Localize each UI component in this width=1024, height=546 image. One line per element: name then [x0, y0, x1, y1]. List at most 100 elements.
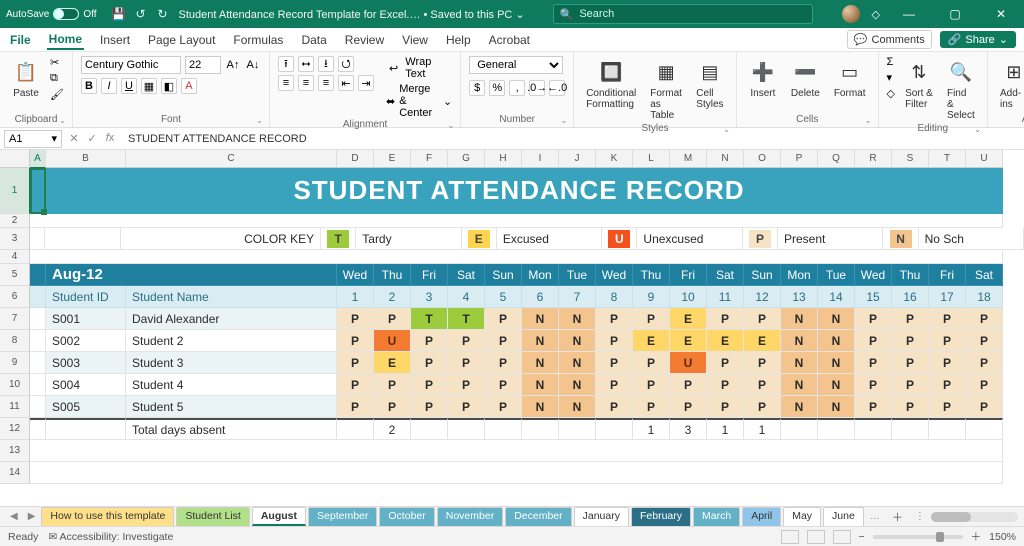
day-num-11[interactable]: 11 [707, 286, 744, 308]
currency-icon[interactable]: $ [469, 80, 485, 96]
redo-icon[interactable]: ↻ [155, 6, 171, 22]
page-break-view-icon[interactable] [833, 530, 851, 544]
day-num-14[interactable]: 14 [818, 286, 855, 308]
page-layout-view-icon[interactable] [807, 530, 825, 544]
day-name-4[interactable]: Sat [448, 264, 485, 286]
day-num-3[interactable]: 3 [411, 286, 448, 308]
sheet-tab-march[interactable]: March [693, 507, 740, 526]
attendance-cell[interactable]: P [707, 396, 744, 418]
student-name[interactable]: Student 5 [126, 396, 337, 418]
font-name-input[interactable] [81, 56, 181, 74]
sheet-tab-june[interactable]: June [823, 507, 864, 526]
fill-color-icon[interactable]: ◧ [161, 78, 177, 94]
attendance-cell[interactable]: U [374, 330, 411, 352]
sheet-tab-april[interactable]: April [742, 507, 781, 526]
zoom-in-icon[interactable]: ＋ [971, 529, 982, 544]
day-num-8[interactable]: 8 [596, 286, 633, 308]
day-num-18[interactable]: 18 [966, 286, 1003, 308]
row-header-4[interactable]: 4 [0, 250, 30, 264]
col-header-Q[interactable]: Q [818, 150, 855, 168]
attendance-cell[interactable]: P [966, 374, 1003, 396]
sheet-tab-january[interactable]: January [574, 507, 629, 526]
attendance-cell[interactable]: P [485, 330, 522, 352]
legend-key-U[interactable]: U [602, 228, 637, 250]
row-header-5[interactable]: 5 [0, 264, 30, 286]
format-as-table-button[interactable]: ▦Format as Table [646, 56, 686, 123]
day-num-4[interactable]: 4 [448, 286, 485, 308]
cut-icon[interactable]: ✂ [50, 56, 64, 69]
col-header-S[interactable]: S [892, 150, 929, 168]
student-name[interactable]: Student 4 [126, 374, 337, 396]
attendance-cell[interactable]: P [966, 330, 1003, 352]
attendance-cell[interactable]: T [411, 308, 448, 330]
percent-icon[interactable]: % [489, 80, 505, 96]
header-student-id[interactable]: Student ID [46, 286, 126, 308]
tab-home[interactable]: Home [47, 30, 84, 50]
number-format-select[interactable]: General [469, 56, 563, 74]
find-select-button[interactable]: 🔍Find & Select [943, 56, 979, 123]
attendance-cell[interactable]: P [892, 374, 929, 396]
day-num-15[interactable]: 15 [855, 286, 892, 308]
total-cell[interactable] [522, 418, 559, 440]
spreadsheet-grid[interactable]: ABCDEFGHIJKLMNOPQRSTU 123456789101112131… [0, 150, 1024, 506]
attendance-cell[interactable]: P [337, 352, 374, 374]
attendance-cell[interactable]: N [559, 352, 596, 374]
tab-help[interactable]: Help [444, 31, 473, 49]
attendance-cell[interactable]: E [633, 330, 670, 352]
total-cell[interactable] [781, 418, 818, 440]
sheet-tab-student-list[interactable]: Student List [176, 507, 249, 526]
sort-filter-button[interactable]: ⇅Sort & Filter [901, 56, 937, 112]
attendance-cell[interactable]: P [966, 352, 1003, 374]
attendance-cell[interactable]: N [818, 308, 855, 330]
day-name-12[interactable]: Sun [744, 264, 781, 286]
student-name[interactable]: Student 2 [126, 330, 337, 352]
day-num-5[interactable]: 5 [485, 286, 522, 308]
attendance-cell[interactable]: P [337, 396, 374, 418]
attendance-cell[interactable]: P [707, 352, 744, 374]
total-cell[interactable] [892, 418, 929, 440]
attendance-cell[interactable]: P [707, 374, 744, 396]
attendance-cell[interactable]: N [522, 352, 559, 374]
format-painter-icon[interactable]: 🖌 [50, 88, 64, 101]
day-name-11[interactable]: Sat [707, 264, 744, 286]
fx-icon[interactable]: fx [102, 132, 118, 145]
day-num-12[interactable]: 12 [744, 286, 781, 308]
attendance-cell[interactable]: P [485, 352, 522, 374]
attendance-cell[interactable]: P [892, 396, 929, 418]
align-center-icon[interactable]: ≡ [298, 75, 314, 91]
decrease-decimal-icon[interactable]: ←.0 [549, 80, 565, 96]
row-header-10[interactable]: 10 [0, 374, 30, 396]
col-header-M[interactable]: M [670, 150, 707, 168]
total-cell[interactable]: 1 [633, 418, 670, 440]
total-cell[interactable] [855, 418, 892, 440]
col-header-P[interactable]: P [781, 150, 818, 168]
tab-acrobat[interactable]: Acrobat [487, 31, 532, 49]
total-cell[interactable] [596, 418, 633, 440]
col-header-B[interactable]: B [46, 150, 126, 168]
wrap-text-button[interactable]: ↩Wrap Text [386, 56, 452, 80]
attendance-cell[interactable]: P [596, 374, 633, 396]
attendance-cell[interactable]: N [781, 352, 818, 374]
col-header-D[interactable]: D [337, 150, 374, 168]
col-header-J[interactable]: J [559, 150, 596, 168]
day-num-10[interactable]: 10 [670, 286, 707, 308]
attendance-cell[interactable]: P [744, 396, 781, 418]
attendance-cell[interactable]: N [522, 308, 559, 330]
col-header-K[interactable]: K [596, 150, 633, 168]
sheet-tab-august[interactable]: August [252, 507, 306, 526]
attendance-cell[interactable]: N [818, 396, 855, 418]
total-cell[interactable] [818, 418, 855, 440]
attendance-cell[interactable]: P [670, 374, 707, 396]
sheet-nav-next-icon[interactable]: ▶ [24, 511, 40, 522]
header-student-name[interactable]: Student Name [126, 286, 337, 308]
horizontal-scrollbar[interactable] [931, 512, 1018, 522]
sheet-more-icon[interactable]: … [866, 511, 884, 522]
day-name-2[interactable]: Thu [374, 264, 411, 286]
fill-icon[interactable]: ▾ [887, 71, 895, 84]
normal-view-icon[interactable] [781, 530, 799, 544]
tab-data[interactable]: Data [299, 31, 328, 49]
search-input[interactable]: 🔍 Search [553, 4, 813, 24]
sheet-tab-november[interactable]: November [437, 507, 503, 526]
day-name-3[interactable]: Fri [411, 264, 448, 286]
attendance-cell[interactable]: P [633, 374, 670, 396]
